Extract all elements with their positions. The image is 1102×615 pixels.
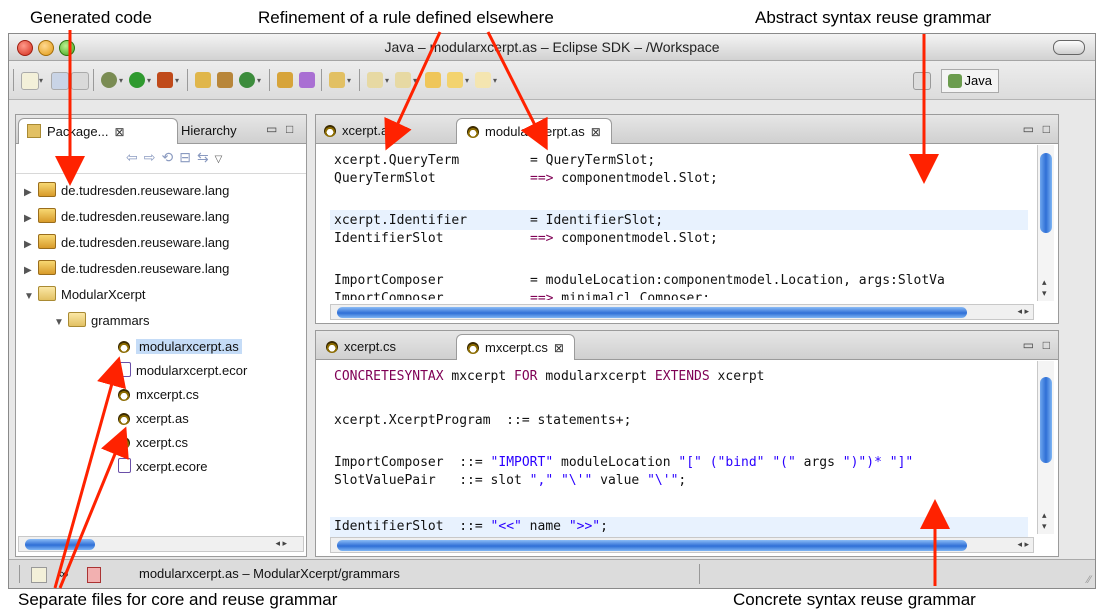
arrow-separate-files-1 bbox=[53, 356, 127, 589]
annotation-arrows bbox=[53, 30, 950, 589]
arrow-refinement-1 bbox=[384, 31, 442, 151]
arrow-refinement-2 bbox=[486, 31, 548, 151]
